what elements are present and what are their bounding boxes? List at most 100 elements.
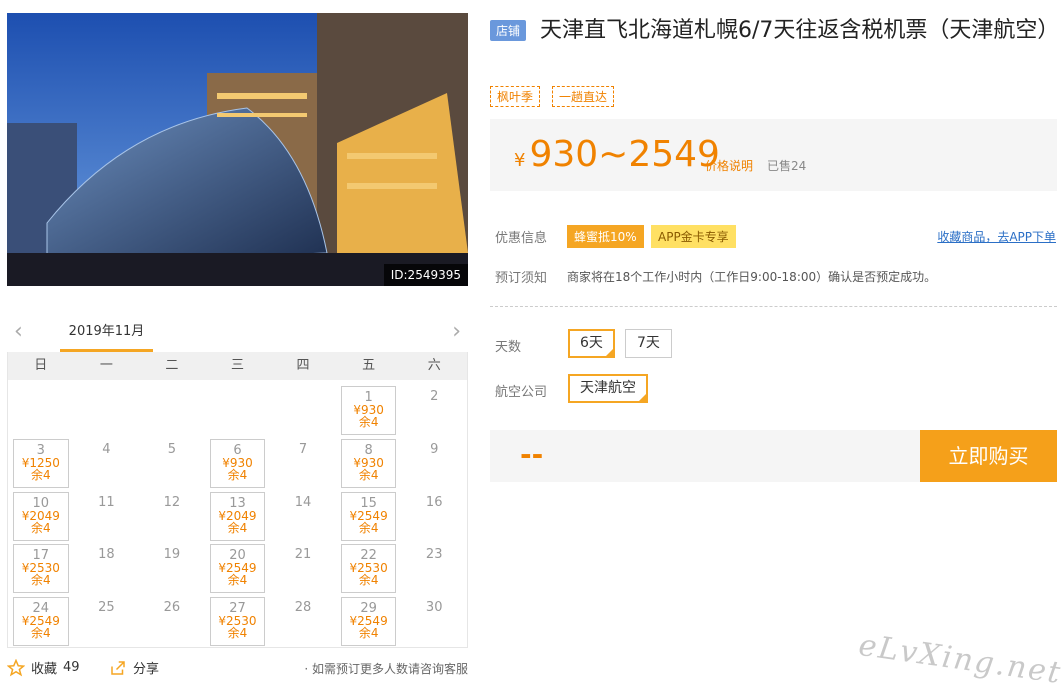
day-number: 25: [98, 600, 115, 616]
weekday-sun: 日: [34, 358, 48, 373]
bottom-actions: 收藏 49 分享 · 如需预订更多人数请咨询客服: [7, 658, 468, 680]
day-number: 18: [98, 547, 115, 563]
calendar-day[interactable]: 22 ¥2530 余4: [336, 542, 402, 595]
calendar-day[interactable]: 24 ¥2549 余4: [8, 595, 74, 648]
day-price: ¥1250: [21, 455, 60, 470]
day-number: 6: [233, 442, 242, 458]
calendar-day-box[interactable]: 8 ¥930 余4: [340, 438, 397, 488]
calendar-day-box: 5: [144, 439, 200, 488]
calendar-empty-cell: [8, 384, 74, 437]
day-remaining: 余4: [358, 520, 379, 535]
day-remaining: 余4: [358, 573, 379, 588]
calendar-day-box: 25: [79, 597, 135, 646]
calendar-day: 4: [74, 437, 140, 490]
photo-id-label: ID:2549395: [383, 264, 468, 286]
calendar-day-box[interactable]: 13 ¥2049 余4: [209, 491, 266, 541]
day-remaining: 余4: [227, 573, 248, 588]
calendar-nav: ‹ 2019年11月 ›: [7, 318, 468, 352]
day-remaining: 余4: [30, 467, 51, 482]
calendar-empty-cell: [139, 384, 205, 437]
product-tags: 枫叶季 一趟直达: [490, 86, 615, 107]
favorite-count: 49: [63, 660, 80, 675]
calendar-day-box[interactable]: 10 ¥2049 余4: [13, 491, 69, 541]
calendar-day-box: 28: [275, 597, 331, 646]
day-number: 2: [430, 389, 439, 404]
day-number: 30: [425, 600, 443, 616]
calendar-day: 7: [270, 437, 336, 490]
calendar-day-box[interactable]: 27 ¥2530 余4: [209, 597, 266, 647]
day-remaining: 余4: [358, 467, 379, 482]
day-number: 15: [360, 495, 377, 511]
price-note-link[interactable]: 价格说明: [705, 157, 753, 174]
option-7-days[interactable]: 7天: [625, 329, 672, 358]
day-number: 16: [425, 494, 443, 510]
favorite-button[interactable]: 收藏 49: [7, 658, 80, 677]
tag-maple-season: 枫叶季: [490, 86, 541, 107]
divider: [490, 306, 1057, 307]
day-price: ¥2049: [21, 508, 60, 523]
calendar-day[interactable]: 13 ¥2049 余4: [205, 490, 271, 543]
calendar-day: 18: [74, 542, 140, 595]
calendar-day[interactable]: 29 ¥2549 余4: [336, 595, 402, 648]
calendar-day-box: 21: [275, 544, 331, 593]
share-button[interactable]: 分享: [109, 658, 159, 677]
calendar-day-box[interactable]: 20 ¥2549 余4: [209, 544, 266, 594]
calendar-day-box[interactable]: 24 ¥2549 余4: [13, 597, 69, 647]
day-price: ¥2549: [349, 508, 388, 523]
calendar-day-box: 2: [406, 386, 462, 435]
calendar-day: 2: [401, 384, 467, 437]
calendar-day: 21: [270, 542, 336, 595]
calendar-day[interactable]: 1 ¥930 余4: [336, 384, 402, 437]
day-number: 11: [98, 494, 115, 510]
next-month-arrow-icon[interactable]: ›: [452, 320, 461, 344]
calendar-weekday-header: 日 一 二 三 四 五 六: [8, 352, 467, 380]
buy-now-button[interactable]: 立即购买: [920, 430, 1057, 482]
promo-badge-honey: 蜂蜜抵10%: [567, 225, 644, 248]
day-number: 26: [163, 600, 181, 616]
calendar-day-box: 7: [275, 439, 331, 488]
weekday-sat: 六: [427, 358, 441, 373]
calendar-day[interactable]: 10 ¥2049 余4: [8, 490, 74, 543]
calendar-day[interactable]: 8 ¥930 余4: [336, 437, 402, 490]
tag-direct-flight: 一趟直达: [552, 86, 615, 107]
weekday-fri: 五: [362, 358, 376, 373]
product-photo: ID:2549395: [7, 13, 468, 286]
calendar-day-box[interactable]: 1 ¥930 余4: [340, 386, 397, 435]
calendar-day-box: 23: [406, 544, 462, 593]
day-number: 19: [163, 547, 181, 563]
calendar-day: 16: [401, 490, 467, 543]
day-number: 3: [36, 442, 45, 458]
prev-month-arrow-icon[interactable]: ‹: [14, 320, 23, 344]
calendar-month-tab[interactable]: 2019年11月: [60, 318, 153, 352]
option-6-days[interactable]: 6天: [568, 329, 615, 358]
calendar-day[interactable]: 6 ¥930 余4: [205, 437, 271, 490]
option-airline-tianjin[interactable]: 天津航空: [568, 374, 648, 403]
calendar-day-box: 11: [79, 492, 135, 541]
calendar-days-grid: 1 ¥930 余4 2 3 ¥1250 余4 4 5 6 ¥930 余4 7 8 ¥930 余4 9 10 ¥204…: [8, 380, 467, 652]
weekday-wed: 三: [230, 358, 244, 373]
favorite-app-link[interactable]: 收藏商品，去APP下单: [937, 228, 1056, 245]
promo-label: 优惠信息: [495, 231, 548, 246]
calendar-day-box[interactable]: 6 ¥930 余4: [209, 438, 266, 488]
calendar-day-box[interactable]: 22 ¥2530 余4: [340, 544, 397, 594]
calendar-day-box[interactable]: 15 ¥2549 余4: [340, 491, 397, 541]
day-price: ¥930: [353, 455, 384, 470]
day-number: 20: [229, 548, 246, 564]
price-box: ¥ 930~2549 价格说明 已售24: [490, 119, 1057, 191]
calendar-day: 28: [270, 595, 336, 648]
calendar-day: 11: [74, 490, 140, 543]
calendar-day: 26: [139, 595, 205, 648]
day-number: 12: [163, 494, 181, 510]
calendar-day-box[interactable]: 29 ¥2549 余4: [340, 597, 397, 647]
day-number: 10: [32, 495, 50, 511]
calendar-day[interactable]: 3 ¥1250 余4: [8, 437, 74, 490]
calendar-day-box[interactable]: 3 ¥1250 余4: [13, 438, 69, 488]
calendar-day[interactable]: 27 ¥2530 余4: [205, 595, 271, 648]
calendar-day[interactable]: 17 ¥2530 余4: [8, 542, 74, 595]
day-remaining: 余4: [227, 520, 248, 535]
calendar-day-box[interactable]: 17 ¥2530 余4: [13, 544, 69, 594]
calendar-day[interactable]: 15 ¥2549 余4: [336, 490, 402, 543]
day-number: 7: [298, 441, 308, 457]
calendar-day[interactable]: 20 ¥2549 余4: [205, 542, 271, 595]
currency-symbol: ¥: [514, 150, 526, 171]
